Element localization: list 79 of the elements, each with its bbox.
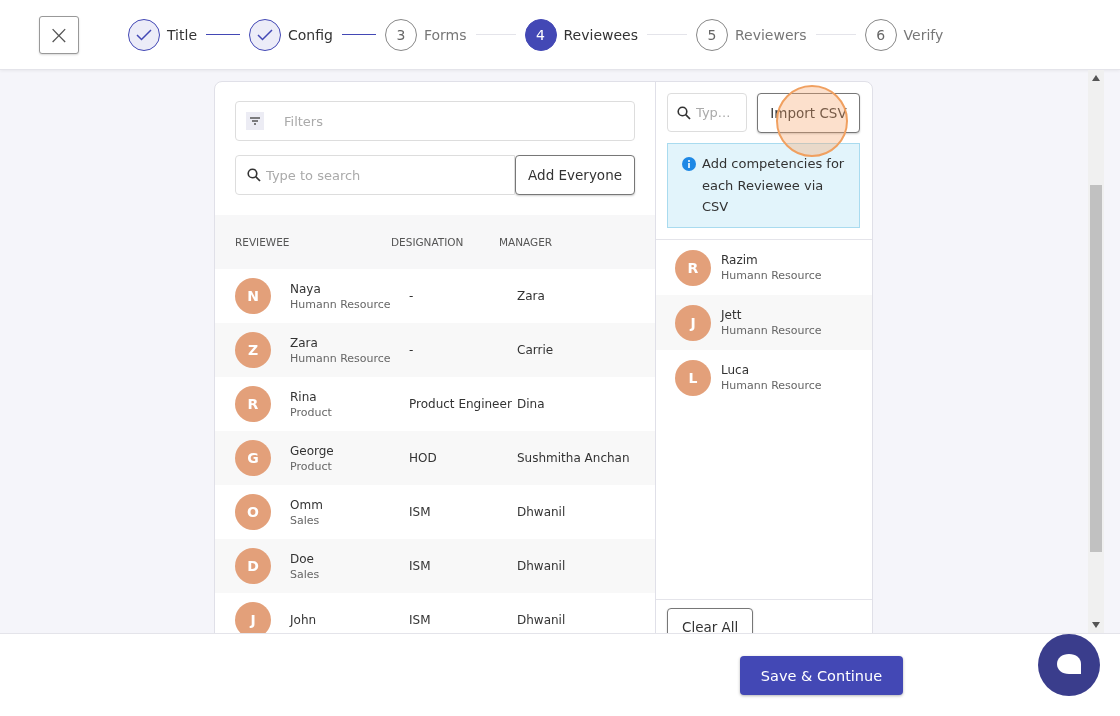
close-button[interactable]: ×: [39, 15, 79, 54]
step-label[interactable]: Reviewees: [563, 26, 638, 43]
designation-cell-text: Product Engineer: [409, 397, 513, 411]
step-label[interactable]: Reviewers: [735, 26, 807, 43]
search-field[interactable]: Typ...: [667, 93, 747, 132]
column-header: DESIGNATION: [391, 236, 465, 248]
reviewee-row[interactable]: Z Zara Humann Resource - Carrie: [215, 323, 655, 377]
reviewee-name: Rina: [290, 389, 318, 404]
manager-cell-text: Dina: [517, 397, 546, 411]
reviewee-department: Sales: [290, 567, 320, 581]
manager-cell-text: Dhwanil: [517, 613, 567, 627]
avatar: O: [235, 494, 271, 530]
reviewee-name: Razim: [721, 253, 759, 267]
reviewee-department: Humann Resource: [721, 324, 822, 337]
reviewee-name: Doe: [290, 551, 315, 566]
column-header: REVIEWEE: [235, 236, 291, 248]
reviewee-name: George: [290, 443, 334, 458]
reviewee-department: Humann Resource: [290, 297, 391, 311]
designation-cell-text: -: [409, 343, 415, 357]
reviewee-department: Humann Resource: [721, 379, 822, 392]
check-icon: [136, 28, 152, 41]
avatar: R: [235, 386, 271, 422]
column-header: MANAGER: [499, 236, 554, 248]
search-icon: [677, 106, 691, 120]
step-label[interactable]: Config: [288, 26, 333, 43]
reviewee-department: Product: [290, 459, 333, 473]
add-everyone-button[interactable]: Add Everyone: [515, 155, 635, 195]
save-continue-button[interactable]: Save & Continue: [740, 656, 903, 695]
reviewee-department: Product: [290, 405, 332, 419]
reviewee-department: Humann Resource: [721, 269, 822, 282]
reviewee-name: Omm: [290, 497, 323, 512]
avatar: N: [235, 278, 271, 314]
avatar: D: [235, 548, 271, 584]
selected-reviewee[interactable]: J Jett Humann Resource: [656, 295, 872, 350]
check-icon: [257, 28, 273, 41]
step-label[interactable]: Forms: [423, 26, 467, 43]
scrollbar[interactable]: [1088, 70, 1104, 633]
manager-cell-text: Zara: [517, 289, 546, 303]
info-icon: [682, 157, 696, 171]
reviewee-department: Humann Resource: [290, 351, 391, 365]
reviewee-name: Zara: [290, 335, 319, 350]
reviewee-name: John: [290, 613, 317, 627]
designation-cell-text: ISM: [409, 613, 432, 627]
filter-icon: [246, 112, 264, 130]
step-number: 5: [707, 26, 717, 43]
reviewee-name: Jett: [721, 308, 743, 322]
manager-cell-text: Dhwanil: [517, 505, 567, 519]
reviewee-name: Luca: [721, 363, 751, 377]
scrollbar-thumb[interactable]: [1090, 185, 1102, 552]
step-label[interactable]: Title: [167, 26, 197, 43]
info-text: Add competencies for each Reviewee via CSV: [702, 155, 846, 216]
scroll-down-icon: [1092, 622, 1100, 628]
step-number: 4: [536, 26, 545, 43]
avatar: J: [235, 602, 271, 633]
designation-cell-text: ISM: [409, 505, 432, 519]
step-label[interactable]: Verify: [903, 26, 944, 43]
search-icon: [247, 168, 261, 182]
manager-cell-text: Sushmitha Anchan: [517, 451, 631, 465]
reviewee-name: Naya: [290, 281, 322, 296]
avatar: R: [675, 249, 711, 286]
designation-cell-text: ISM: [409, 559, 432, 573]
search-field[interactable]: Type to search: [235, 155, 516, 195]
designation-cell-text: -: [409, 289, 415, 303]
reviewee-department: Sales: [290, 513, 321, 527]
manager-cell-text: Dhwanil: [517, 559, 567, 573]
reviewee-row[interactable]: D Doe Sales ISM Dhwanil: [215, 539, 655, 593]
manager-cell-text: Carrie: [517, 343, 555, 357]
designation-cell-text: HOD: [409, 451, 438, 465]
avatar: G: [235, 440, 271, 476]
chat-bubble-icon: [1056, 653, 1082, 677]
avatar: J: [675, 304, 711, 341]
step-number: 3: [396, 26, 406, 43]
avatar: L: [675, 359, 711, 396]
step-number: 6: [876, 26, 886, 43]
avatar: Z: [235, 332, 271, 368]
reviewee-row[interactable]: G George Product HOD Sushmitha Anchan: [215, 431, 655, 485]
clear-all-button[interactable]: Clear All: [667, 608, 754, 633]
scroll-up-icon: [1092, 75, 1100, 81]
filters-field[interactable]: Filters: [235, 101, 635, 141]
